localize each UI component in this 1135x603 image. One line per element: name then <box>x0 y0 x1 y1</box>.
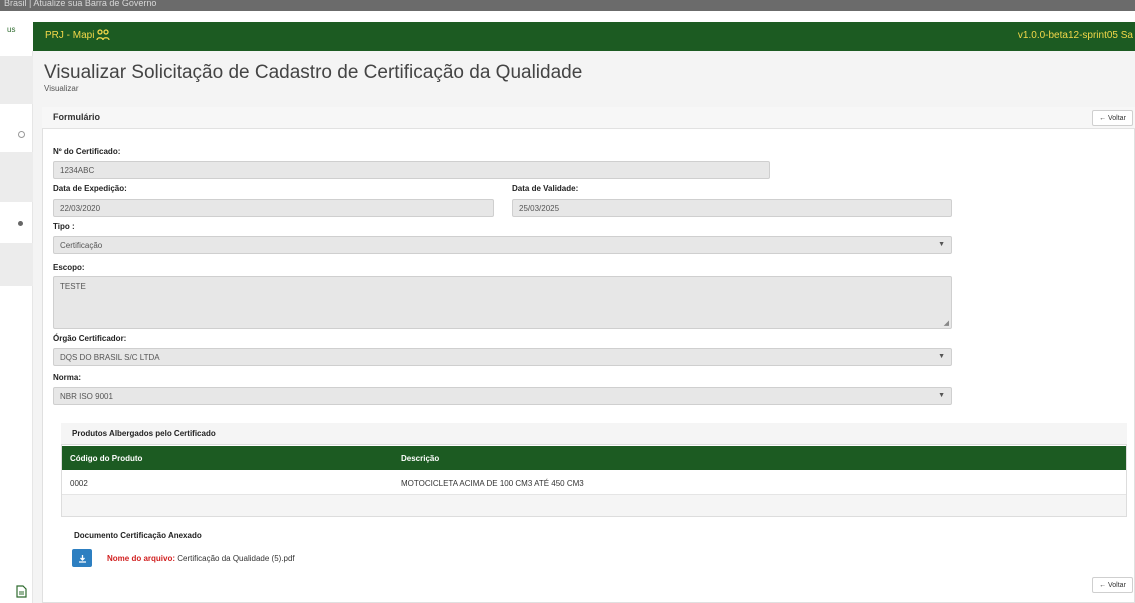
top-navbar: PRJ - Mapi v1.0.0-beta12-sprint05 Sa <box>33 22 1135 51</box>
page-title: Visualizar Solicitação de Cadastro de Ce… <box>44 62 583 83</box>
attachment-title: Documento Certificação Anexado <box>74 531 202 540</box>
products-panel-header: Produtos Albergados pelo Certificado <box>61 423 1127 445</box>
download-icon <box>78 554 86 563</box>
people-icon[interactable] <box>96 29 110 44</box>
escopo-textarea[interactable]: TESTE ◢ <box>53 276 952 329</box>
issue-date-field[interactable]: 22/03/2020 <box>53 199 494 217</box>
orgao-value: DQS DO BRASIL S/C LTDA <box>60 353 160 362</box>
sidebar-item-2[interactable] <box>0 152 33 202</box>
tipo-value: Certificação <box>60 241 103 250</box>
tipo-label: Tipo : <box>53 222 75 231</box>
tipo-select[interactable]: Certificação ▼ <box>53 236 952 254</box>
sidebar-item-3[interactable] <box>0 243 33 286</box>
norma-select[interactable]: NBR ISO 9001 ▼ <box>53 387 952 405</box>
product-description-cell: MOTOCICLETA ACIMA DE 100 CM3 ATÉ 450 CM3 <box>401 479 584 488</box>
products-panel-title: Produtos Albergados pelo Certificado <box>72 429 216 438</box>
back-button-top[interactable]: ← Voltar <box>1092 110 1133 126</box>
resize-grip-icon[interactable]: ◢ <box>944 319 949 327</box>
version-label: v1.0.0-beta12-sprint05 Sa <box>1017 30 1133 41</box>
back-button-bottom[interactable]: ← Voltar <box>1092 577 1133 593</box>
gov-bar: Brasil | Atualize sua Barra de Governo <box>0 0 1135 11</box>
orgao-label: Órgão Certificador: <box>53 334 127 343</box>
escopo-label: Escopo: <box>53 263 85 272</box>
product-code-cell: 0002 <box>70 479 88 488</box>
sidebar-top: us <box>0 11 33 51</box>
cert-number-label: Nº do Certificado: <box>53 147 121 156</box>
issue-date-label: Data de Expedição: <box>53 184 127 193</box>
norma-label: Norma: <box>53 373 82 382</box>
form-panel-header: Formulário <box>42 107 1135 129</box>
form-panel-title: Formulário <box>53 112 101 122</box>
attachment-file-line: Nome do arquivo: Certificação da Qualida… <box>107 554 295 563</box>
document-icon[interactable] <box>16 585 27 601</box>
caret-down-icon: ▼ <box>938 241 945 248</box>
page-breadcrumb: Visualizar <box>44 84 79 93</box>
norma-value: NBR ISO 9001 <box>60 392 113 401</box>
brand-link[interactable]: PRJ - Mapi <box>45 30 94 41</box>
bullet-icon[interactable] <box>18 221 23 226</box>
products-table-header: Código do Produto Descrição <box>62 446 1126 470</box>
products-table-footer <box>62 495 1126 516</box>
radio-icon[interactable] <box>18 131 25 138</box>
sidebar-item-1[interactable] <box>0 56 33 104</box>
download-button[interactable] <box>72 549 92 567</box>
caret-down-icon: ▼ <box>938 392 945 399</box>
column-header-description[interactable]: Descrição <box>401 454 439 463</box>
caret-down-icon: ▼ <box>938 353 945 360</box>
table-row[interactable]: 0002 MOTOCICLETA ACIMA DE 100 CM3 ATÉ 45… <box>62 471 1126 495</box>
file-name-link[interactable]: Certificação da Qualidade (5).pdf <box>177 554 294 563</box>
sidebar-top-label: us <box>7 25 16 34</box>
file-name-label: Nome do arquivo: <box>107 554 176 563</box>
orgao-select[interactable]: DQS DO BRASIL S/C LTDA ▼ <box>53 348 952 366</box>
escopo-value: TESTE <box>60 282 86 291</box>
gov-bar-text: Brasil | Atualize sua Barra de Governo <box>4 0 157 8</box>
cert-number-field[interactable]: 1234ABC <box>53 161 770 179</box>
valid-date-label: Data de Validade: <box>512 184 579 193</box>
column-header-code[interactable]: Código do Produto <box>70 454 142 463</box>
valid-date-field[interactable]: 25/03/2025 <box>512 199 952 217</box>
